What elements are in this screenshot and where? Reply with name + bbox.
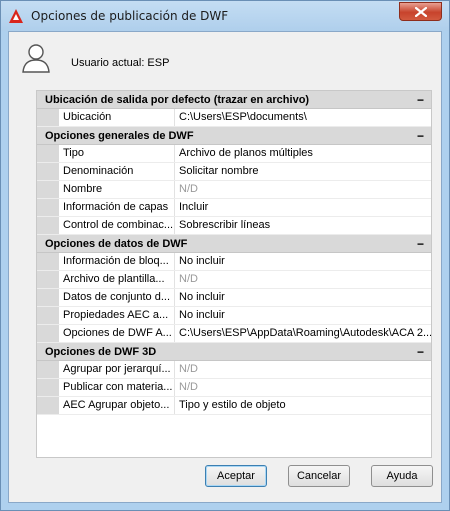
property-name: Publicar con materia...: [59, 379, 175, 396]
property-value[interactable]: Sobrescribir líneas: [175, 217, 431, 234]
property-name: Información de bloq...: [59, 253, 175, 270]
property-row[interactable]: Ubicación C:\Users\ESP\documents\: [37, 109, 431, 127]
property-name: Datos de conjunto d...: [59, 289, 175, 306]
property-row[interactable]: Control de combinac... Sobrescribir línea…: [37, 217, 431, 235]
row-gutter: [37, 289, 59, 306]
property-value[interactable]: Incluir: [175, 199, 431, 216]
property-name: Ubicación: [59, 109, 175, 126]
grid-empty-area: [37, 443, 431, 457]
cancel-button[interactable]: Cancelar: [288, 465, 350, 487]
section-title: Opciones generales de DWF: [45, 130, 194, 142]
property-name: Información de capas: [59, 199, 175, 216]
property-row[interactable]: Propiedades AEC a... No incluir: [37, 307, 431, 325]
collapse-icon[interactable]: −: [417, 235, 424, 253]
property-row[interactable]: Tipo Archivo de planos múltiples: [37, 145, 431, 163]
section-header[interactable]: Ubicación de salida por defecto (trazar …: [37, 91, 431, 109]
property-row[interactable]: Datos de conjunto d... No incluir: [37, 289, 431, 307]
row-gutter: [37, 181, 59, 198]
property-value: N/D: [179, 381, 198, 393]
property-row[interactable]: Información de capas Incluir: [37, 199, 431, 217]
property-name: Propiedades AEC a...: [59, 307, 175, 324]
property-value[interactable]: Tipo y estilo de objeto: [175, 397, 431, 414]
property-row[interactable]: Información de bloq... No incluir: [37, 253, 431, 271]
window-title: Opciones de publicación de DWF: [31, 9, 229, 23]
row-gutter: [37, 271, 59, 288]
property-row[interactable]: Publicar con materia... N/D: [37, 379, 431, 397]
property-name: Nombre: [59, 181, 175, 198]
property-row[interactable]: Nombre N/D: [37, 181, 431, 199]
accept-button[interactable]: Aceptar: [205, 465, 267, 487]
property-value: N/D: [179, 183, 198, 195]
property-name: AEC Agrupar objeto...: [59, 397, 175, 414]
user-icon: [22, 44, 50, 73]
row-gutter: [37, 361, 59, 378]
property-value[interactable]: No incluir: [175, 289, 431, 306]
row-gutter: [37, 379, 59, 396]
row-gutter: [37, 325, 59, 342]
property-value: N/D: [179, 363, 198, 375]
collapse-icon[interactable]: −: [417, 127, 424, 145]
property-row[interactable]: Denominación Solicitar nombre: [37, 163, 431, 181]
property-name: Control de combinac...: [59, 217, 175, 234]
help-button[interactable]: Ayuda: [371, 465, 433, 487]
row-gutter: [37, 397, 59, 414]
property-value[interactable]: C:\Users\ESP\AppData\Roaming\Autodesk\AC…: [175, 325, 431, 342]
close-icon: [414, 6, 427, 17]
close-button[interactable]: [399, 2, 442, 21]
section-header[interactable]: Opciones de DWF 3D −: [37, 343, 431, 361]
properties-grid: Ubicación de salida por defecto (trazar …: [36, 90, 432, 458]
section-title: Opciones de datos de DWF: [45, 238, 188, 250]
section-title: Opciones de DWF 3D: [45, 346, 157, 358]
property-value[interactable]: Solicitar nombre: [175, 163, 431, 180]
property-value[interactable]: No incluir: [175, 253, 431, 270]
row-gutter: [37, 163, 59, 180]
row-gutter: [37, 145, 59, 162]
section-header[interactable]: Opciones de datos de DWF −: [37, 235, 431, 253]
property-row[interactable]: Agrupar por jerarquí... N/D: [37, 361, 431, 379]
property-value[interactable]: Archivo de planos múltiples: [175, 145, 431, 162]
dialog-body: Usuario actual: ESP Ubicación de salida …: [8, 31, 442, 503]
property-row[interactable]: Archivo de plantilla... N/D: [37, 271, 431, 289]
property-name: Agrupar por jerarquí...: [59, 361, 175, 378]
current-user-label: Usuario actual: ESP: [71, 57, 170, 69]
row-gutter: [37, 217, 59, 234]
title-bar[interactable]: Opciones de publicación de DWF: [1, 1, 449, 31]
property-value[interactable]: C:\Users\ESP\documents\: [175, 109, 431, 126]
autocad-logo-icon: [9, 9, 23, 23]
dialog-window: Opciones de publicación de DWF Usuario a…: [0, 0, 450, 511]
property-name: Denominación: [59, 163, 175, 180]
property-name: Archivo de plantilla...: [59, 271, 175, 288]
row-gutter: [37, 109, 59, 126]
collapse-icon[interactable]: −: [417, 91, 424, 109]
section-header[interactable]: Opciones generales de DWF −: [37, 127, 431, 145]
row-gutter: [37, 253, 59, 270]
property-value: N/D: [179, 273, 198, 285]
property-row[interactable]: AEC Agrupar objeto... Tipo y estilo de ob…: [37, 397, 431, 415]
property-value[interactable]: No incluir: [175, 307, 431, 324]
property-row[interactable]: Opciones de DWF A... C:\Users\ESP\AppData…: [37, 325, 431, 343]
row-gutter: [37, 307, 59, 324]
collapse-icon[interactable]: −: [417, 343, 424, 361]
section-title: Ubicación de salida por defecto (trazar …: [45, 94, 310, 106]
property-name: Opciones de DWF A...: [59, 325, 175, 342]
row-gutter: [37, 199, 59, 216]
property-name: Tipo: [59, 145, 175, 162]
